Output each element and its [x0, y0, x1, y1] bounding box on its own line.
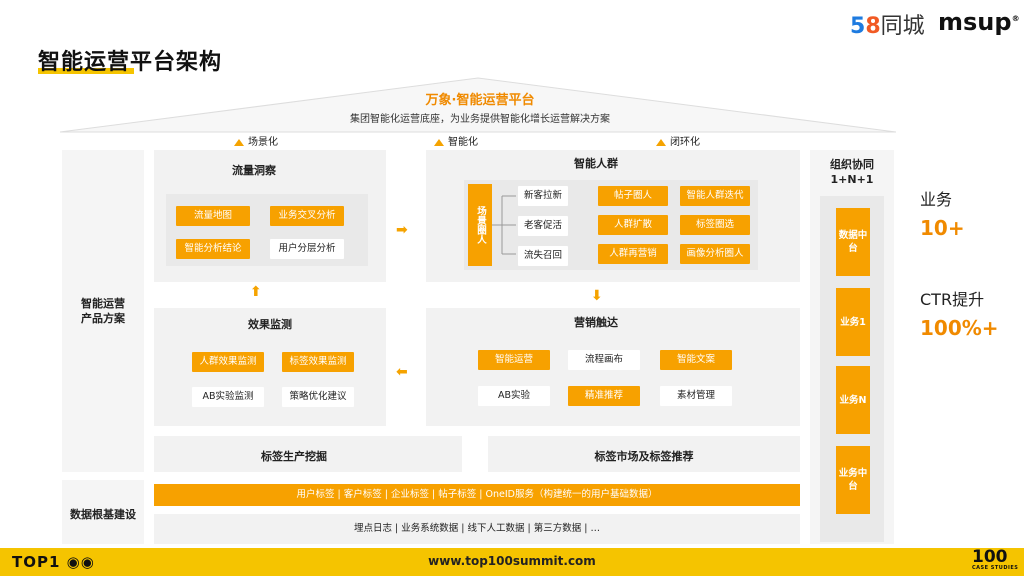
footer-url: www.top100summit.com	[428, 554, 596, 568]
stat-ctr-value: 100%+	[920, 316, 999, 340]
marketing-title: 营销触达	[574, 316, 618, 329]
tag-production-label: 标签生产挖掘	[261, 450, 327, 463]
tag-data-bar: 用户标签 | 客户标签 | 企业标签 | 帖子标签 | OneID服务（构建统一…	[154, 484, 800, 506]
chip-traffic-map: 流量地图	[176, 206, 250, 226]
item-business-middle-platform: 业务中台	[836, 446, 870, 514]
chip-strategy-suggest: 策略优化建议	[282, 387, 354, 407]
org-collab-title: 组织协同 1+N+1	[830, 158, 874, 186]
chip-old-customer: 老客促活	[518, 216, 568, 236]
chip-precise-recommend: 精准推荐	[568, 386, 640, 406]
chip-crowd-effect: 人群效果监测	[192, 352, 264, 372]
data-foundation-label: 数据根基建设	[70, 508, 136, 521]
chip-crowd-remarketing: 人群再营销	[598, 244, 668, 264]
tag-market-label: 标签市场及标签推荐	[594, 450, 694, 463]
chip-ab-test: AB实验	[478, 386, 550, 406]
arrow-right-icon: ➡	[396, 222, 408, 238]
item-data-middle-platform: 数据中台	[836, 208, 870, 276]
arrow-up-icon	[434, 138, 444, 146]
stat-ctr-label: CTR提升	[920, 290, 985, 309]
chip-crowd-iteration: 智能人群迭代	[680, 186, 750, 206]
stat-business-value: 10+	[920, 216, 965, 240]
chip-material-manage: 素材管理	[660, 386, 732, 406]
chip-crowd-expand: 人群扩散	[598, 215, 668, 235]
chip-smart-operation: 智能运营	[478, 350, 550, 370]
chip-tag-effect: 标签效果监测	[282, 352, 354, 372]
raw-data-bar: 埋点日志 | 业务系统数据 | 线下人工数据 | 第三方数据 | …	[154, 514, 800, 544]
chip-smart-analysis: 智能分析结论	[176, 239, 250, 259]
stat-business-label: 业务	[920, 190, 953, 209]
scene-circle-label: 场景圈人	[468, 184, 492, 266]
logo-58tongcheng: 58同城	[850, 14, 925, 39]
case-studies-logo: 100 CASE STUDIES	[972, 547, 1019, 572]
chip-flow-canvas: 流程画布	[568, 350, 640, 370]
item-business-1: 业务1	[836, 288, 870, 356]
arrow-down-icon: ⬇	[591, 288, 603, 304]
roof-title: 万象·智能运营平台	[425, 93, 535, 108]
arrow-up-icon	[234, 138, 244, 146]
chip-portrait-circle: 画像分析圈人	[680, 244, 750, 264]
chip-ab-monitor: AB实验监测	[192, 387, 264, 407]
pillar-intelligent: 智能化	[434, 133, 478, 148]
page-title: 智能运营平台架构	[38, 50, 223, 75]
logo-msup: msup®	[938, 8, 1020, 36]
arrow-left-icon: ⬅	[396, 364, 408, 380]
chip-post-circle: 帖子圈人	[598, 186, 668, 206]
pillar-closed-loop: 闭环化	[656, 133, 700, 148]
roof-subtitle: 集团智能化运营底座，为业务提供智能化增长运营解决方案	[350, 114, 610, 125]
chip-user-segmentation: 用户分层分析	[270, 239, 344, 259]
smart-crowd-title: 智能人群	[574, 157, 618, 170]
product-solution-label: 智能运营 产品方案	[81, 297, 125, 325]
arrow-up-icon	[656, 138, 666, 146]
chip-smart-copy: 智能文案	[660, 350, 732, 370]
arrow-up-icon: ⬆	[250, 284, 262, 300]
item-business-n: 业务N	[836, 366, 870, 434]
chip-new-customer: 新客拉新	[518, 186, 568, 206]
chip-churn-recall: 流失召回	[518, 246, 568, 266]
chip-business-cross-analysis: 业务交叉分析	[270, 206, 344, 226]
traffic-insight-title: 流量洞察	[232, 164, 276, 177]
pillar-scene: 场景化	[234, 133, 278, 148]
chip-tag-select: 标签圈选	[680, 215, 750, 235]
scene-connector	[492, 195, 516, 255]
effect-monitor-title: 效果监测	[248, 318, 292, 331]
